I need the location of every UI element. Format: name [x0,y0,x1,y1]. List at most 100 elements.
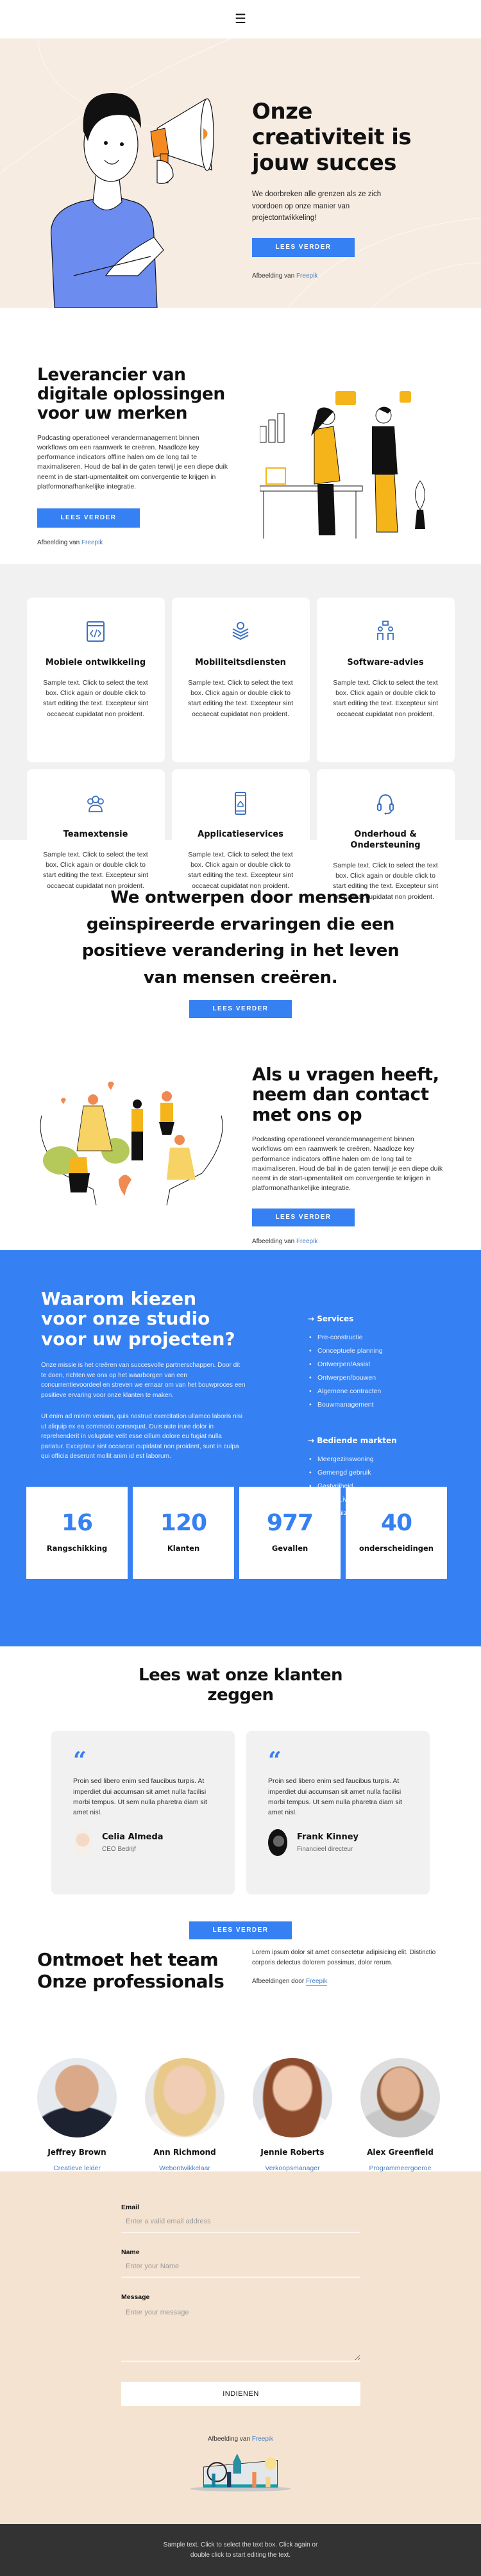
stat-value: 16 [61,1510,93,1536]
why-list-item: Ontwerpen/Assist [308,1358,468,1371]
why-list-heading: → Services [308,1314,354,1323]
hamburger-menu-icon[interactable]: ☰ [235,13,246,26]
why-list-item: Meergezinswoning [308,1453,468,1466]
service-title: Mobiliteitsdiensten [195,658,286,667]
team-title-line-1: Ontmoet het team [37,1949,219,1970]
testimonial-card: “Proin sed libero enim sed faucibus turp… [51,1731,235,1895]
service-text: Sample text. Click to select the text bo… [42,678,148,718]
why-title: Waarom kiezen voor onze studio voor uw p… [41,1288,235,1350]
member-name: Jennie Roberts [260,2148,325,2157]
contact-form-section: Email Name Message INDIENEN Afbeelding v… [0,2171,481,2524]
consulting-people-icon [376,618,395,645]
services-section: Mobiele ontwikkeling Sample text. Click t… [0,564,481,934]
service-title: Applicatieservices [198,830,283,839]
why-lists: → Services Pre-constructieConceptuele pla… [308,1269,468,1520]
service-title: Mobiele ontwikkeling [45,658,146,667]
team-heading: Ontmoet het team Onze professionals [37,1949,224,1992]
contact-credit: Afbeelding van Freepik [252,1238,318,1246]
hero-text: We doorbreken alle grenzen als ze zich v… [252,190,382,222]
email-label: Email [121,2204,140,2211]
testimonial-author: Celia Almeda CEO Bedrijf [73,1829,213,1857]
statement-read-more-button[interactable]: LEES VERDER [189,1000,292,1019]
team-section: Ontmoet het team Onze professionals Lore… [0,1904,481,2188]
author-role: Financieel directeur [297,1846,353,1853]
stats-row: 16 Rangschikking 120 Klanten 977 Gevallen 40 on… [26,1487,447,1579]
people-in-hands-illustration [40,1082,223,1205]
hero-content: Onze creativiteit is jouw succes We door… [252,99,444,280]
handshake-illustration [260,391,425,539]
supplier-credit: Afbeelding van Freepik [37,539,103,547]
member-name: Jeffrey Brown [47,2148,106,2157]
megaphone-person-illustration [50,93,214,308]
why-list-item: Gemengd gebruik [308,1466,468,1480]
footer: Sample text. Click to select the text bo… [0,2524,481,2576]
service-card: Mobiliteitsdiensten Sample text. Click to… [171,598,310,762]
supplier-content: Leverancier van digitale oplossingen voo… [37,365,236,546]
supplier-read-more-button[interactable]: LEES VERDER [37,508,140,528]
email-input[interactable] [121,2211,360,2233]
team-group-icon [86,790,105,817]
testimonial-text: Proin sed libero enim sed faucibus turpi… [268,1777,402,1817]
stat-label: Rangschikking [46,1544,108,1553]
why-list-group: → Services Pre-constructieConceptuele pla… [308,1314,468,1412]
avatar [268,1829,287,1857]
submit-button[interactable]: INDIENEN [121,2382,360,2406]
stat-value: 977 [266,1510,314,1536]
stat-label: Gevallen [271,1544,308,1553]
stat-card: 16 Rangschikking [26,1487,128,1579]
stat-card: 120 Klanten [133,1487,234,1579]
why-list-item: Algemene contracten [308,1385,468,1398]
team-member-card: Jennie RobertsVerkoopsmanagerf◎in [253,2058,332,2188]
top-bar: ☰ [0,0,481,38]
team-member-card: Alex GreenfieldProgrammeergoeroef◎in [360,2058,440,2188]
why-list-item: Bouwmanagement [308,1398,468,1412]
hero-section: Onze creativiteit is jouw succes We door… [0,38,481,308]
contact-read-more-button[interactable]: LEES VERDER [252,1209,355,1227]
service-card: Mobiele ontwikkeling Sample text. Click t… [26,598,165,762]
testimonials-title: Lees wat onze klanten zeggen [139,1666,342,1705]
member-name: Alex Greenfield [367,2148,434,2157]
why-content: Waarom kiezen voor onze studio voor uw p… [41,1289,246,1462]
member-name: Ann Richmond [153,2148,216,2157]
testimonials-row: “Proin sed libero enim sed faucibus turp… [0,1731,481,1895]
hero-read-more-button[interactable]: LEES VERDER [252,238,355,258]
contact-title: Als u vragen heeft, neem dan contact met… [252,1064,439,1125]
author-name: Celia Almeda [102,1832,164,1843]
stat-label: onderscheidingen [359,1544,434,1553]
stat-card: 977 Gevallen [239,1487,341,1579]
freepik-link[interactable]: Freepik [252,2436,273,2443]
startup-rocket-illustration [190,2454,291,2492]
avatar [73,1829,92,1857]
testimonial-card: “Proin sed libero enim sed faucibus turp… [246,1731,430,1895]
name-label: Name [121,2248,140,2256]
statement-title: We ontwerpen door mensen geïnspireerde e… [81,888,400,987]
contact-text: Podcasting operationeel verandermanageme… [252,1135,443,1192]
service-text: Sample text. Click to select the text bo… [332,678,438,718]
code-window-icon [86,618,105,645]
message-textarea[interactable] [121,2301,360,2362]
supplier-text: Podcasting operationeel verandermanageme… [37,433,228,490]
why-paragraph-1: Onze missie is het creëren van succesvol… [41,1362,246,1399]
why-list: Pre-constructieConceptuele planningOntwe… [308,1331,468,1412]
author-role: CEO Bedrijf [102,1846,136,1853]
freepik-link[interactable]: Freepik [296,272,317,280]
name-input[interactable] [121,2256,360,2278]
service-title: Onderhoud & Ondersteuning [350,830,421,850]
freepik-link[interactable]: Freepik [305,1978,328,1986]
stat-card: 40 onderscheidingen [346,1487,447,1579]
service-text: Sample text. Click to select the text bo… [187,678,293,718]
stat-value: 120 [160,1510,207,1536]
contact-content: Als u vragen heeft, neem dan contact met… [252,1064,451,1245]
team-text: Lorem ipsum dolor sit amet consectetur a… [252,1949,436,1966]
why-list-item: Pre-constructie [308,1331,468,1344]
testimonials-section: Lees wat onze klanten zeggen “Proin sed … [0,1646,481,1940]
freepik-link[interactable]: Freepik [81,539,103,546]
footer-text: Sample text. Click to select the text bo… [163,2541,318,2559]
team-members: Jeffrey BrownCreatieve leiderf◎in Ann Ric… [37,2058,440,2188]
author-name: Frank Kinney [297,1832,359,1843]
member-photo [360,2058,440,2137]
freepik-link[interactable]: Freepik [296,1238,317,1245]
stat-label: Klanten [167,1544,200,1553]
contact-section: Als u vragen heeft, neem dan contact met… [0,1032,481,1250]
gear-layers-icon [231,618,250,645]
